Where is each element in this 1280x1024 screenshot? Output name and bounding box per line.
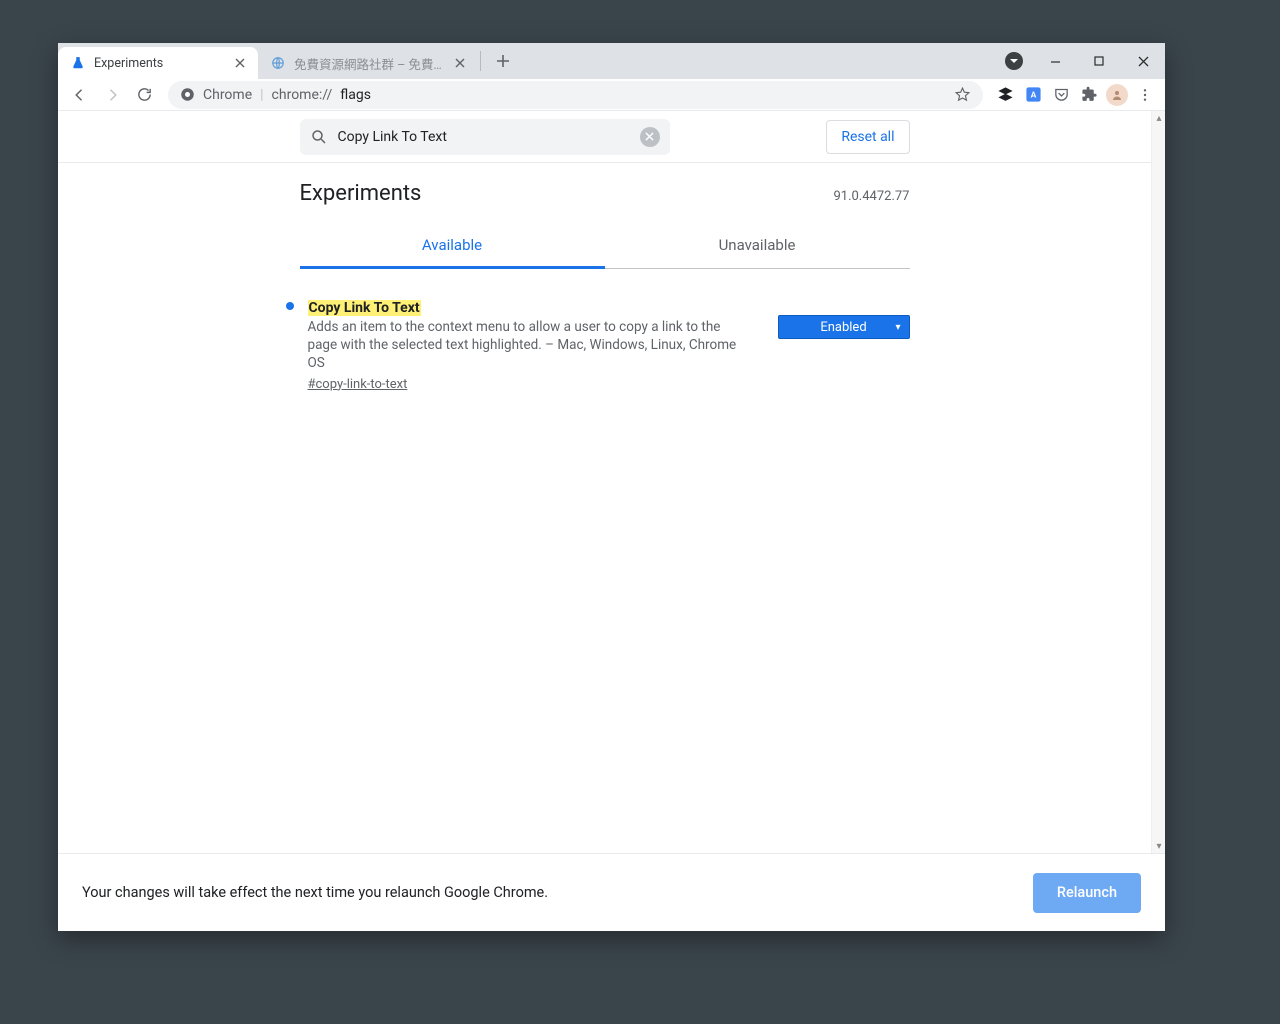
flag-copy-link-to-text: Copy Link To Text Adds an item to the co… — [300, 297, 910, 392]
tab-unavailable[interactable]: Unavailable — [605, 226, 910, 268]
flags-tabs: Available Unavailable — [300, 226, 910, 269]
search-icon — [310, 128, 328, 146]
maximize-button[interactable] — [1077, 46, 1121, 76]
vertical-scrollbar[interactable]: ▴ ▾ — [1151, 111, 1165, 853]
close-window-button[interactable] — [1121, 46, 1165, 76]
browser-window: Experiments 免費資源網路社群 – 免費資源指南 — [58, 43, 1165, 931]
tab-free-resources[interactable]: 免費資源網路社群 – 免費資源指南 — [258, 47, 478, 79]
globe-icon — [270, 55, 286, 71]
relaunch-bar: Your changes will take effect the next t… — [58, 853, 1165, 931]
buffer-extension-icon[interactable] — [993, 83, 1017, 107]
back-button[interactable] — [66, 81, 94, 109]
url-separator: | — [260, 87, 263, 103]
tab-strip: Experiments 免費資源網路社群 – 免費資源指南 — [58, 43, 1165, 79]
modified-dot-icon — [286, 302, 294, 310]
scroll-down-icon[interactable]: ▾ — [1152, 839, 1165, 853]
address-bar[interactable]: Chrome | chrome:// flags — [168, 81, 983, 109]
extensions-puzzle-icon[interactable] — [1077, 83, 1101, 107]
extensions-row: A — [993, 83, 1157, 107]
close-tab-icon[interactable] — [452, 55, 468, 71]
relaunch-button[interactable]: Relaunch — [1033, 873, 1141, 913]
close-tab-icon[interactable] — [232, 55, 248, 71]
scroll-up-icon[interactable]: ▴ — [1152, 111, 1165, 125]
tab-title: Experiments — [94, 56, 224, 71]
reload-button[interactable] — [130, 81, 158, 109]
flags-search-bar: Reset all — [58, 111, 1151, 163]
minimize-button[interactable] — [1033, 46, 1077, 76]
svg-text:A: A — [1030, 90, 1036, 100]
clear-search-icon[interactable] — [640, 127, 660, 147]
profile-switcher-icon[interactable] — [1005, 52, 1023, 70]
search-box[interactable] — [300, 119, 670, 155]
page-content: Reset all Experiments 91.0.4472.77 Avail… — [58, 111, 1151, 853]
relaunch-message: Your changes will take effect the next t… — [82, 884, 548, 901]
bookmark-star-icon[interactable] — [954, 86, 971, 103]
version-text: 91.0.4472.77 — [833, 189, 909, 204]
chevron-down-icon: ▾ — [895, 322, 900, 333]
profile-avatar[interactable] — [1105, 83, 1129, 107]
menu-button[interactable] — [1133, 83, 1157, 107]
url-scheme: Chrome — [203, 87, 252, 103]
translate-extension-icon[interactable]: A — [1021, 83, 1045, 107]
page-viewport: ▴ ▾ Reset all — [58, 111, 1165, 853]
search-input[interactable] — [338, 129, 630, 145]
tab-available[interactable]: Available — [300, 226, 605, 269]
new-tab-button[interactable] — [489, 47, 517, 75]
tab-separator — [480, 51, 481, 71]
flag-state-value: Enabled — [820, 320, 866, 335]
page-title: Experiments — [300, 181, 422, 206]
url-path: flags — [340, 87, 371, 103]
forward-button[interactable] — [98, 81, 126, 109]
flask-icon — [70, 55, 86, 71]
flag-anchor-link[interactable]: #copy-link-to-text — [308, 377, 408, 392]
window-controls — [1005, 43, 1165, 79]
flag-title: Copy Link To Text — [308, 300, 421, 316]
tab-title: 免費資源網路社群 – 免費資源指南 — [294, 54, 444, 73]
flag-state-select[interactable]: Enabled ▾ — [778, 315, 910, 339]
tab-experiments[interactable]: Experiments — [58, 47, 258, 79]
toolbar: Chrome | chrome:// flags A — [58, 79, 1165, 111]
reset-all-button[interactable]: Reset all — [826, 120, 909, 154]
flag-description: Adds an item to the context menu to allo… — [308, 318, 748, 373]
url-prefix: chrome:// — [272, 87, 333, 103]
pocket-extension-icon[interactable] — [1049, 83, 1073, 107]
chrome-icon — [180, 87, 195, 102]
